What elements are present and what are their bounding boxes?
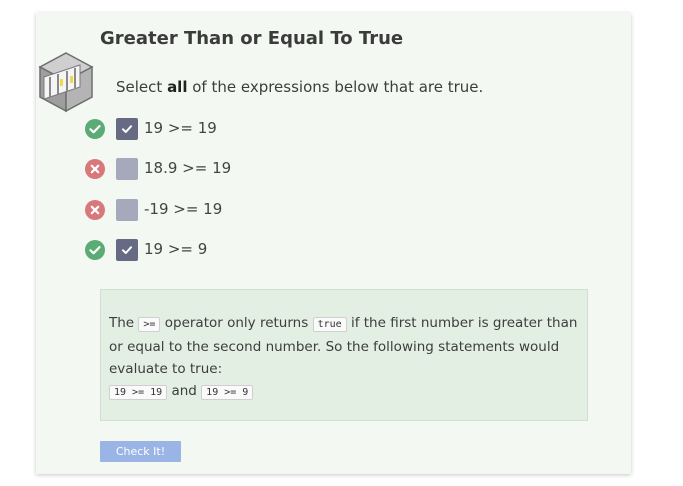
prompt-prefix: Select <box>116 78 163 96</box>
option-checkbox[interactable] <box>116 158 138 180</box>
example-code-1: 19 >= 19 <box>109 385 168 400</box>
option-label: 19 >= 19 <box>144 119 217 137</box>
option-row[interactable]: -19 >= 19 <box>85 199 385 221</box>
feedback-joiner: and <box>171 383 197 399</box>
check-circle-icon <box>85 119 105 139</box>
option-checkbox[interactable] <box>116 199 138 221</box>
prompt-suffix: of the expressions below that are true. <box>192 78 484 96</box>
true-code: true <box>312 317 347 332</box>
x-circle-icon <box>85 200 105 220</box>
option-row[interactable]: 19 >= 9 <box>85 239 385 261</box>
example-code-2: 19 >= 9 <box>201 385 254 400</box>
feedback-text: The >= operator only returns true if the… <box>109 312 583 404</box>
operator-code: >= <box>138 317 161 332</box>
check-circle-icon <box>85 240 105 260</box>
exercise-title: Greater Than or Equal To True <box>100 28 404 49</box>
feedback-part1: The <box>109 315 135 331</box>
prompt-bold: all <box>167 78 188 96</box>
option-row[interactable]: 19 >= 19 <box>85 118 385 140</box>
feedback-part2: operator only returns <box>164 315 309 331</box>
cube-logo-icon <box>36 51 96 113</box>
option-label: 18.9 >= 19 <box>144 159 232 177</box>
check-it-button[interactable]: Check It! <box>100 441 181 462</box>
option-label: -19 >= 19 <box>144 200 223 218</box>
feedback-box: The >= operator only returns true if the… <box>100 289 588 421</box>
option-row[interactable]: 18.9 >= 19 <box>85 158 385 180</box>
option-checkbox[interactable] <box>116 118 138 140</box>
x-circle-icon <box>85 159 105 179</box>
option-label: 19 >= 9 <box>144 240 208 258</box>
option-checkbox[interactable] <box>116 239 138 261</box>
exercise-prompt: Select all of the expressions below that… <box>116 78 483 96</box>
